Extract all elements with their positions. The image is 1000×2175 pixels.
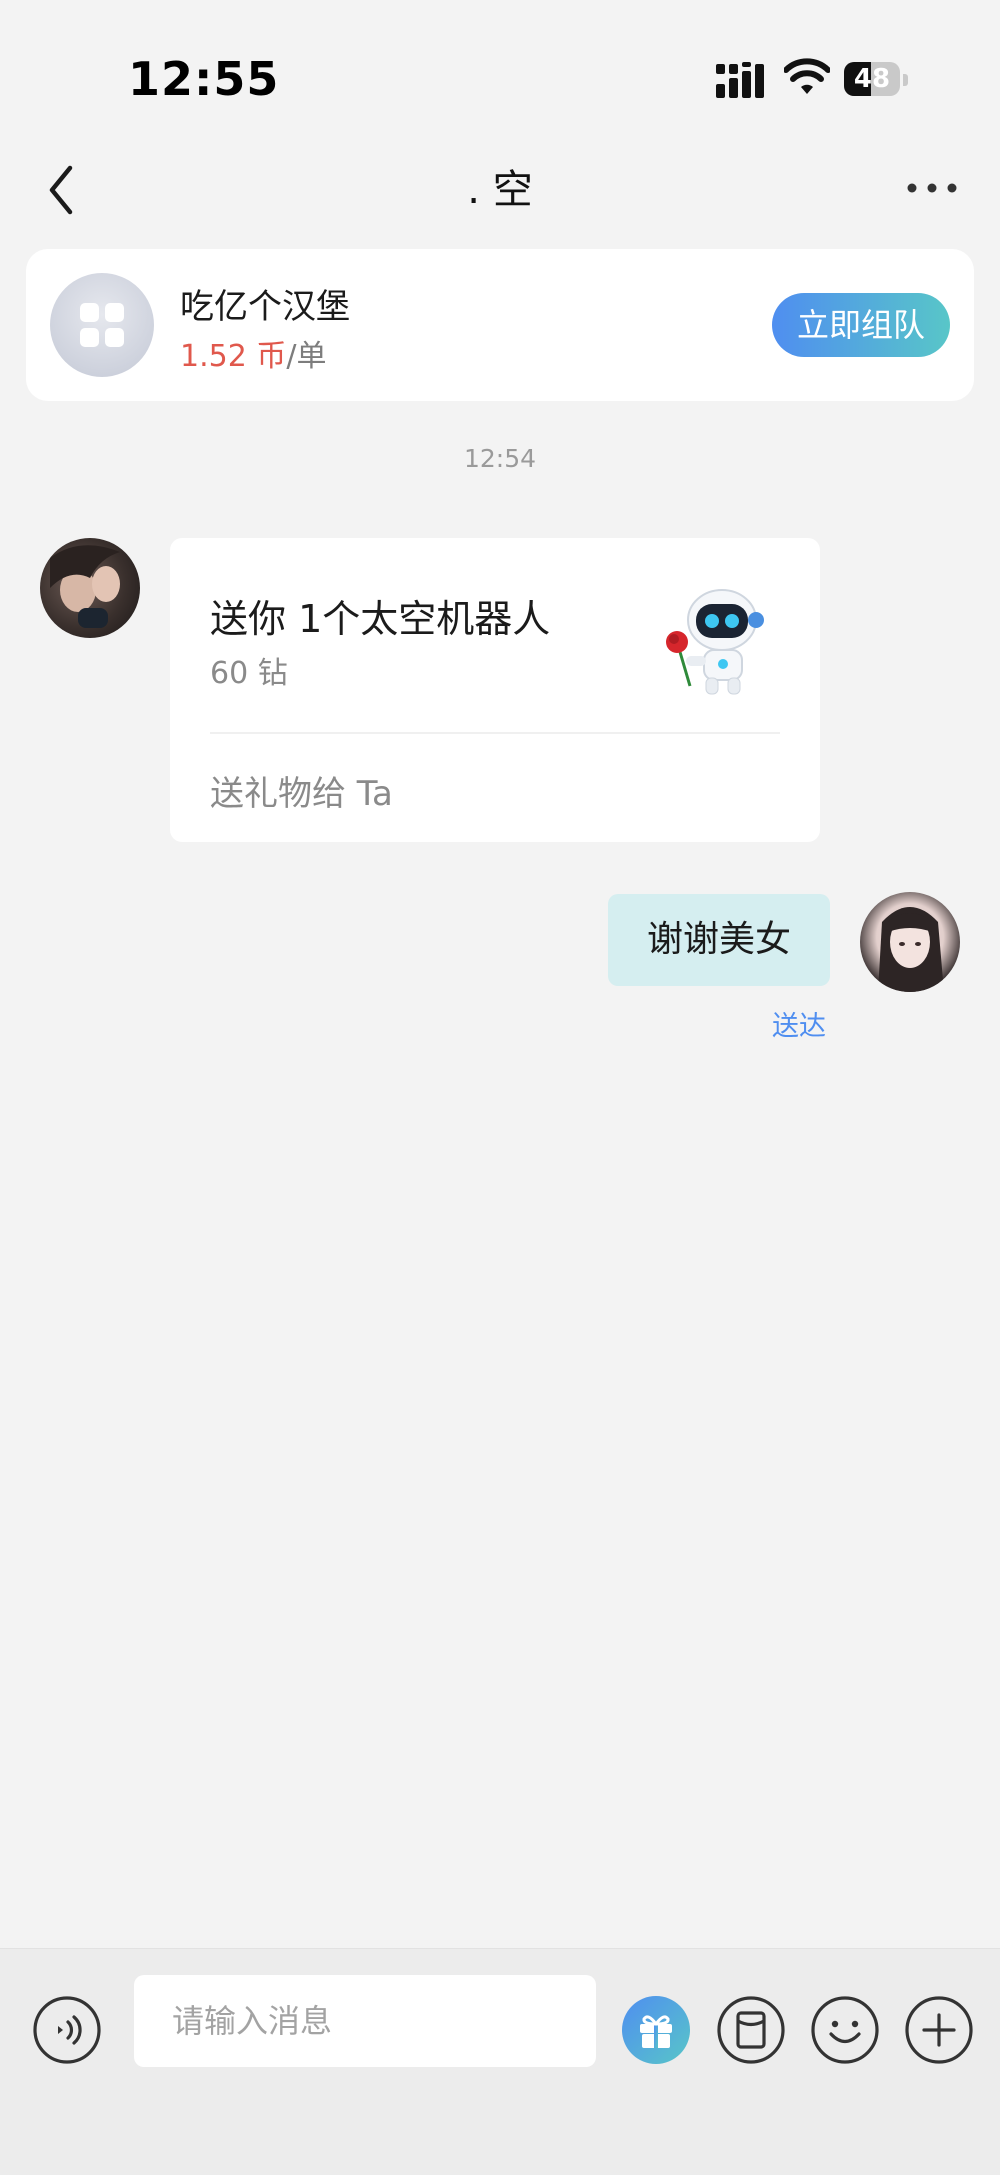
space-robot-icon [666,589,764,695]
emoji-icon[interactable] [810,1995,880,2065]
more-options-button[interactable] [906,168,958,208]
join-team-button[interactable]: 立即组队 [772,293,950,357]
outgoing-message-bubble[interactable]: 谢谢美女 [608,894,830,986]
sender-avatar[interactable] [40,538,140,638]
send-gift-back-link[interactable]: 送礼物给 Ta [210,766,393,815]
message-input[interactable]: 请输入消息 [134,1975,596,2067]
price-unit: /单 [286,339,327,374]
red-packet-icon[interactable] [716,1995,786,2065]
status-time: 12:55 [128,52,280,106]
delivery-status: 送达 [772,1011,826,1042]
cellular-signal-icon [716,62,764,98]
battery-icon: 48 [844,62,908,98]
gift-icon[interactable] [621,1995,691,2065]
gift-price: 60 钻 [210,656,288,691]
divider [210,732,780,734]
plus-icon[interactable] [904,1995,974,2065]
chat-title: . 空 [467,167,533,213]
team-price: 1.52 币/单 [180,331,326,375]
battery-level: 48 [853,64,891,94]
input-bar: 请输入消息 [0,1948,1000,2175]
gift-message-card[interactable]: 送你 1个太空机器人 60 钻 送礼物给 Ta [170,538,820,842]
team-name: 吃亿个汉堡 [180,287,350,327]
message-timestamp: 12:54 [463,444,537,473]
voice-icon[interactable] [32,1995,102,2065]
my-avatar[interactable] [860,892,960,992]
message-input-placeholder: 请输入消息 [172,2002,333,2040]
gift-title: 送你 1个太空机器人 [210,597,551,641]
team-avatar [50,273,154,377]
apps-grid-icon [80,303,124,347]
price-amount: 1.52 币 [180,339,287,374]
team-card: 吃亿个汉堡 1.52 币/单 立即组队 [26,249,974,401]
wifi-icon [784,58,830,94]
status-bar: 12:55 48 [0,0,1000,150]
